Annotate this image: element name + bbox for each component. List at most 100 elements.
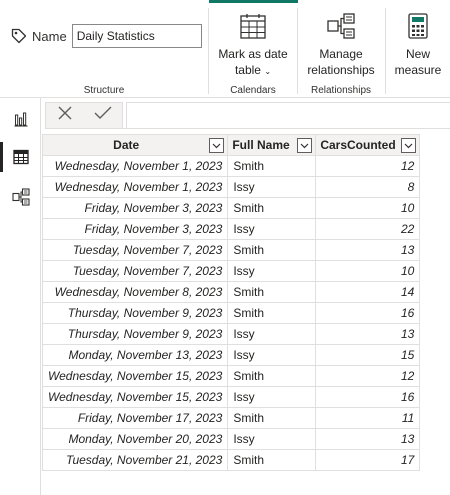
cell-cars-counted[interactable]: 10 [315, 260, 421, 282]
cell-date[interactable]: Thursday, November 9, 2023 [41, 302, 229, 324]
column-header-label: CarsCounted [320, 138, 396, 152]
table-row[interactable]: Friday, November 3, 2023 Issy 22 [41, 218, 421, 240]
structure-group-label: Structure [83, 85, 125, 96]
cell-full-name[interactable]: Smith [227, 365, 317, 387]
filter-dropdown-button[interactable] [401, 138, 417, 153]
table-row[interactable]: Wednesday, November 15, 2023 Smith 12 [41, 365, 421, 387]
new-measure-button[interactable]: New measure [392, 12, 444, 78]
ribbon: Name Structure Mark as date table ⌄ Cale… [0, 0, 450, 98]
table-name-input[interactable] [71, 24, 202, 48]
cell-full-name[interactable]: Issy [227, 428, 317, 450]
cell-date[interactable]: Monday, November 13, 2023 [41, 344, 229, 366]
cell-date[interactable]: Tuesday, November 21, 2023 [41, 449, 229, 471]
check-icon [94, 106, 111, 119]
cell-full-name[interactable]: Smith [227, 197, 317, 219]
table-row[interactable]: Thursday, November 9, 2023 Smith 16 [41, 302, 421, 324]
cell-date[interactable]: Wednesday, November 1, 2023 [41, 176, 229, 198]
table-row[interactable]: Tuesday, November 7, 2023 Smith 13 [41, 239, 421, 261]
table-row[interactable]: Wednesday, November 1, 2023 Smith 12 [41, 155, 421, 177]
cell-date[interactable]: Friday, November 3, 2023 [41, 218, 229, 240]
cell-date[interactable]: Friday, November 17, 2023 [41, 407, 229, 429]
formula-input[interactable] [126, 102, 450, 129]
cell-cars-counted[interactable]: 14 [315, 281, 421, 303]
cell-full-name[interactable]: Smith [227, 407, 317, 429]
column-header-cars-counted[interactable]: CarsCounted [315, 134, 421, 156]
table-view-button[interactable] [0, 140, 41, 174]
cell-date[interactable]: Tuesday, November 7, 2023 [41, 239, 229, 261]
cell-full-name[interactable]: Smith [227, 239, 317, 261]
cell-full-name[interactable]: Issy [227, 344, 317, 366]
data-table: Date Full Name CarsCounted Wednesday, No… [41, 134, 421, 471]
calendars-group-label: Calendars [230, 85, 276, 96]
table-view-icon [12, 149, 29, 165]
cancel-formula-button[interactable] [56, 104, 74, 127]
relationships-group: Manage relationships Relationships [298, 0, 384, 98]
cell-cars-counted[interactable]: 22 [315, 218, 421, 240]
cell-date[interactable]: Tuesday, November 7, 2023 [41, 260, 229, 282]
table-row[interactable]: Friday, November 17, 2023 Smith 11 [41, 407, 421, 429]
table-row[interactable]: Wednesday, November 8, 2023 Smith 14 [41, 281, 421, 303]
cell-cars-counted[interactable]: 12 [315, 365, 421, 387]
cell-full-name[interactable]: Issy [227, 176, 317, 198]
ribbon-divider [385, 8, 386, 94]
column-header-label: Date [113, 138, 140, 152]
cell-date[interactable]: Friday, November 3, 2023 [41, 197, 229, 219]
manage-relationships-label-1: Manage [319, 47, 363, 61]
cell-cars-counted[interactable]: 13 [315, 428, 421, 450]
new-measure-label-2: measure [394, 63, 442, 77]
report-view-button[interactable] [0, 102, 41, 136]
cell-full-name[interactable]: Issy [227, 260, 317, 282]
cell-full-name[interactable]: Smith [227, 449, 317, 471]
filter-dropdown-button[interactable] [297, 138, 313, 153]
calendar-icon [240, 14, 266, 39]
cell-full-name[interactable]: Issy [227, 386, 317, 408]
table-row[interactable]: Tuesday, November 7, 2023 Issy 10 [41, 260, 421, 282]
relationships-group-label: Relationships [310, 85, 372, 96]
cell-cars-counted[interactable]: 8 [315, 176, 421, 198]
relationships-icon [327, 13, 355, 39]
cell-date[interactable]: Thursday, November 9, 2023 [41, 323, 229, 345]
cell-full-name[interactable]: Smith [227, 155, 317, 177]
model-view-button[interactable] [0, 180, 41, 214]
cell-date[interactable]: Wednesday, November 15, 2023 [41, 365, 229, 387]
cell-cars-counted[interactable]: 16 [315, 302, 421, 324]
table-row[interactable]: Wednesday, November 1, 2023 Issy 8 [41, 176, 421, 198]
cell-date[interactable]: Monday, November 20, 2023 [41, 428, 229, 450]
view-rail [0, 98, 41, 495]
table-row[interactable]: Wednesday, November 15, 2023 Issy 16 [41, 386, 421, 408]
chevron-down-icon [300, 143, 309, 148]
table-row[interactable]: Monday, November 13, 2023 Issy 15 [41, 344, 421, 366]
chevron-down-icon: ⌄ [264, 67, 272, 76]
formula-bar-buttons [45, 102, 123, 129]
cell-cars-counted[interactable]: 13 [315, 239, 421, 261]
model-view-icon [11, 188, 30, 206]
cell-full-name[interactable]: Smith [227, 302, 317, 324]
calendars-group: Mark as date table ⌄ Calendars [209, 0, 297, 98]
cell-date[interactable]: Wednesday, November 1, 2023 [41, 155, 229, 177]
cell-full-name[interactable]: Issy [227, 323, 317, 345]
commit-formula-button[interactable] [93, 104, 113, 127]
table-row[interactable]: Monday, November 20, 2023 Issy 13 [41, 428, 421, 450]
manage-relationships-button[interactable]: Manage relationships [298, 12, 384, 78]
table-row[interactable]: Thursday, November 9, 2023 Issy 13 [41, 323, 421, 345]
cell-cars-counted[interactable]: 15 [315, 344, 421, 366]
filter-dropdown-button[interactable] [209, 138, 225, 153]
table-row[interactable]: Tuesday, November 21, 2023 Smith 17 [41, 449, 421, 471]
manage-relationships-label-2: relationships [307, 63, 375, 77]
name-row: Name [10, 24, 202, 48]
cell-cars-counted[interactable]: 11 [315, 407, 421, 429]
cell-cars-counted[interactable]: 17 [315, 449, 421, 471]
cell-date[interactable]: Wednesday, November 8, 2023 [41, 281, 229, 303]
table-row[interactable]: Friday, November 3, 2023 Smith 10 [41, 197, 421, 219]
cell-full-name[interactable]: Smith [227, 281, 317, 303]
cell-cars-counted[interactable]: 16 [315, 386, 421, 408]
cell-cars-counted[interactable]: 10 [315, 197, 421, 219]
cell-date[interactable]: Wednesday, November 15, 2023 [41, 386, 229, 408]
cell-cars-counted[interactable]: 13 [315, 323, 421, 345]
mark-as-date-table-button[interactable]: Mark as date table ⌄ [209, 12, 297, 80]
chevron-down-icon [212, 143, 221, 148]
cell-cars-counted[interactable]: 12 [315, 155, 421, 177]
column-header-date[interactable]: Date [41, 134, 229, 156]
cell-full-name[interactable]: Issy [227, 218, 317, 240]
column-header-full-name[interactable]: Full Name [227, 134, 317, 156]
